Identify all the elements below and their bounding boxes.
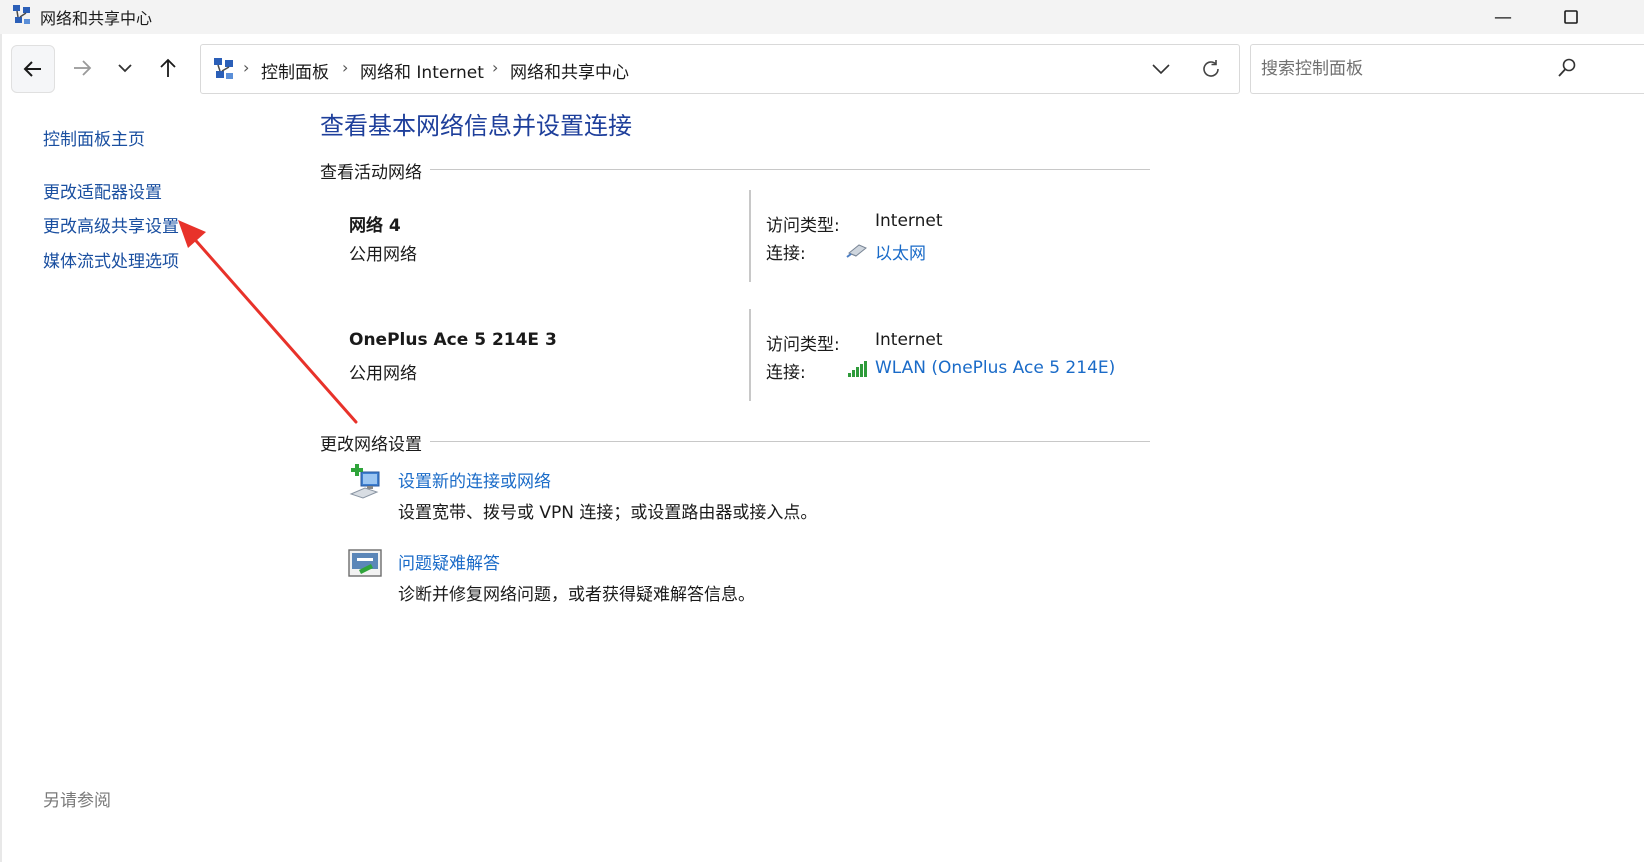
breadcrumb-network-internet[interactable]: 网络和 Internet bbox=[360, 58, 484, 83]
chevron-down-icon bbox=[118, 64, 132, 73]
breadcrumb-separator: › bbox=[243, 58, 250, 77]
annotation-arrow-icon bbox=[178, 220, 358, 424]
sidebar-item-change-advanced-sharing[interactable]: 更改高级共享设置 bbox=[43, 212, 179, 237]
arrow-right-icon bbox=[74, 60, 92, 76]
change-settings-heading: 更改网络设置 bbox=[320, 430, 430, 455]
page-title: 查看基本网络信息并设置连接 bbox=[320, 112, 632, 140]
new-connection-icon bbox=[349, 464, 380, 499]
network-center-icon bbox=[13, 5, 30, 24]
address-bar[interactable]: › 控制面板 › 网络和 Internet › 网络和共享中心 bbox=[200, 44, 1240, 94]
maximize-button[interactable] bbox=[1548, 0, 1594, 34]
breadcrumb-separator: › bbox=[342, 58, 349, 77]
ethernet-icon bbox=[846, 244, 867, 258]
minimize-button[interactable]: — bbox=[1480, 0, 1526, 34]
troubleshoot-icon bbox=[348, 549, 382, 577]
sidebar-item-media-streaming[interactable]: 媒体流式处理选项 bbox=[43, 247, 179, 272]
ethernet-connection-link[interactable]: 以太网 bbox=[875, 239, 926, 264]
chevron-down-icon[interactable] bbox=[1149, 57, 1173, 81]
arrow-left-icon bbox=[23, 61, 41, 77]
arrow-up-icon bbox=[160, 58, 176, 77]
window-title: 网络和共享中心 bbox=[40, 9, 153, 28]
network-category: 公用网络 bbox=[349, 364, 417, 384]
up-button[interactable] bbox=[148, 46, 188, 90]
see-also-heading: 另请参阅 bbox=[43, 791, 111, 811]
breadcrumb-network-sharing-center[interactable]: 网络和共享中心 bbox=[510, 58, 629, 83]
sidebar-item-change-adapter-settings[interactable]: 更改适配器设置 bbox=[43, 178, 162, 203]
section-divider bbox=[320, 169, 1150, 170]
search-box[interactable] bbox=[1250, 44, 1644, 94]
connection-label: 连接: bbox=[766, 363, 806, 383]
breadcrumb-control-panel[interactable]: 控制面板 bbox=[261, 58, 329, 83]
control-panel-icon bbox=[214, 58, 233, 79]
sidebar-item-control-panel-home[interactable]: 控制面板主页 bbox=[43, 125, 145, 150]
search-icon[interactable] bbox=[1558, 58, 1576, 78]
window-border bbox=[0, 34, 2, 862]
access-type-label: 访问类型: bbox=[766, 335, 840, 355]
forward-button[interactable] bbox=[62, 46, 102, 90]
network-category: 公用网络 bbox=[349, 245, 417, 265]
recent-locations-button[interactable] bbox=[105, 46, 145, 90]
network-name: OnePlus Ace 5 214E 3 bbox=[349, 330, 557, 350]
wifi-signal-icon bbox=[848, 361, 867, 377]
title-bar: 网络和共享中心 — bbox=[0, 0, 1644, 34]
troubleshoot-description: 诊断并修复网络问题，或者获得疑难解答信息。 bbox=[398, 585, 755, 605]
network-column-divider bbox=[749, 309, 751, 401]
troubleshoot-link[interactable]: 问题疑难解答 bbox=[398, 549, 500, 574]
network-name: 网络 4 bbox=[349, 216, 401, 236]
wlan-connection-link[interactable]: WLAN (OnePlus Ace 5 214E) bbox=[875, 358, 1115, 378]
access-type-value: Internet bbox=[875, 330, 943, 350]
search-input[interactable] bbox=[1259, 55, 1553, 83]
network-column-divider bbox=[749, 190, 751, 282]
back-button[interactable] bbox=[11, 45, 55, 93]
minimize-icon: — bbox=[1494, 6, 1512, 28]
section-divider bbox=[320, 441, 1150, 442]
setup-new-connection-link[interactable]: 设置新的连接或网络 bbox=[398, 467, 551, 492]
access-type-value: Internet bbox=[875, 211, 943, 231]
connection-label: 连接: bbox=[766, 244, 806, 264]
setup-new-connection-description: 设置宽带、拨号或 VPN 连接；或设置路由器或接入点。 bbox=[398, 503, 818, 523]
breadcrumb-separator: › bbox=[492, 58, 499, 77]
active-networks-heading: 查看活动网络 bbox=[320, 158, 430, 183]
maximize-icon bbox=[1564, 10, 1578, 24]
access-type-label: 访问类型: bbox=[766, 216, 840, 236]
refresh-icon[interactable] bbox=[1199, 57, 1223, 81]
